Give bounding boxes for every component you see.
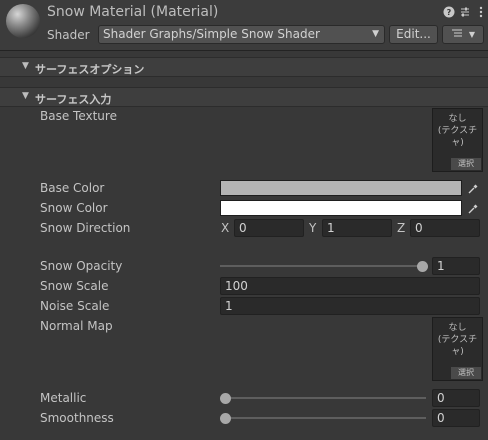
normal-map-none: なし (448, 323, 467, 333)
base-texture-select-button[interactable]: 選択 (451, 158, 481, 170)
shader-dropdown-value: Shader Graphs/Simple Snow Shader (103, 27, 320, 41)
surface-options-section[interactable]: ▼ サーフェスオプション (0, 57, 488, 77)
snow-direction-y-label: Y (309, 221, 317, 235)
noise-scale-field[interactable]: 1 (220, 297, 480, 315)
normal-map-placeholder: なし (テクスチャ) (433, 322, 482, 358)
normal-map-select-button[interactable]: 選択 (451, 367, 481, 379)
snow-opacity-slider-thumb[interactable] (417, 261, 428, 272)
snow-direction-z-label: Z (397, 221, 406, 235)
base-color-swatch[interactable] (220, 180, 462, 196)
surface-options-label: サーフェスオプション (35, 63, 145, 76)
eyedropper-icon[interactable] (466, 201, 480, 215)
material-title: Snow Material (Material) (47, 4, 219, 20)
normal-map-slot[interactable]: なし (テクスチャ) 選択 (432, 317, 483, 381)
snow-direction-z-field[interactable]: 0 (410, 219, 480, 237)
metallic-field[interactable]: 0 (432, 389, 480, 407)
normal-map-label: Normal Map (40, 319, 113, 333)
metallic-slider-thumb[interactable] (220, 393, 231, 404)
chevron-down-icon: ▼ (372, 29, 379, 39)
normal-map-type: (テクスチャ) (437, 335, 478, 357)
edit-shader-button[interactable]: Edit... (389, 25, 438, 44)
help-icon[interactable]: ? (442, 5, 456, 19)
base-texture-placeholder: なし (テクスチャ) (433, 113, 482, 149)
surface-inputs-label: サーフェス入力 (35, 93, 112, 106)
svg-text:?: ? (447, 8, 452, 17)
base-texture-slot[interactable]: なし (テクスチャ) 選択 (432, 108, 483, 172)
surface-inputs-section[interactable]: ▼ サーフェス入力 (0, 87, 488, 107)
snow-opacity-slider-track[interactable] (220, 265, 426, 267)
snow-scale-label: Snow Scale (40, 279, 109, 293)
foldout-triangle-icon: ▼ (22, 91, 29, 101)
snow-direction-x-label: X (221, 221, 230, 235)
snow-direction-y-field[interactable]: 1 (322, 219, 392, 237)
snow-opacity-label: Snow Opacity (40, 259, 123, 273)
base-color-label: Base Color (40, 181, 105, 195)
snow-direction-x-field[interactable]: 0 (234, 219, 304, 237)
smoothness-slider-thumb[interactable] (220, 413, 231, 424)
snow-scale-field[interactable]: 100 (220, 277, 480, 295)
smoothness-label: Smoothness (40, 411, 114, 425)
base-texture-label: Base Texture (40, 109, 117, 123)
more-icon[interactable] (474, 5, 488, 19)
shader-label: Shader (47, 28, 90, 42)
material-preview-icon (6, 4, 40, 38)
metallic-slider-track[interactable] (225, 397, 426, 399)
snow-direction-label: Snow Direction (40, 221, 131, 235)
eyedropper-icon[interactable] (466, 181, 480, 195)
noise-scale-label: Noise Scale (40, 299, 110, 313)
smoothness-field[interactable]: 0 (432, 409, 480, 427)
snow-opacity-field[interactable]: 1 (432, 257, 480, 275)
preset-icon[interactable] (458, 5, 472, 19)
chevron-down-icon: ▼ (468, 30, 475, 39)
metallic-label: Metallic (40, 391, 87, 405)
list-icon (451, 26, 465, 43)
base-texture-none: なし (448, 114, 467, 124)
base-texture-type: (テクスチャ) (437, 126, 478, 148)
snow-color-label: Snow Color (40, 201, 108, 215)
foldout-triangle-icon: ▼ (22, 61, 29, 71)
shader-dropdown[interactable]: Shader Graphs/Simple Snow Shader ▼ (98, 25, 385, 44)
shader-options-button[interactable]: ▼ (442, 25, 484, 44)
smoothness-slider-track[interactable] (225, 417, 426, 419)
snow-color-swatch[interactable] (220, 200, 462, 216)
